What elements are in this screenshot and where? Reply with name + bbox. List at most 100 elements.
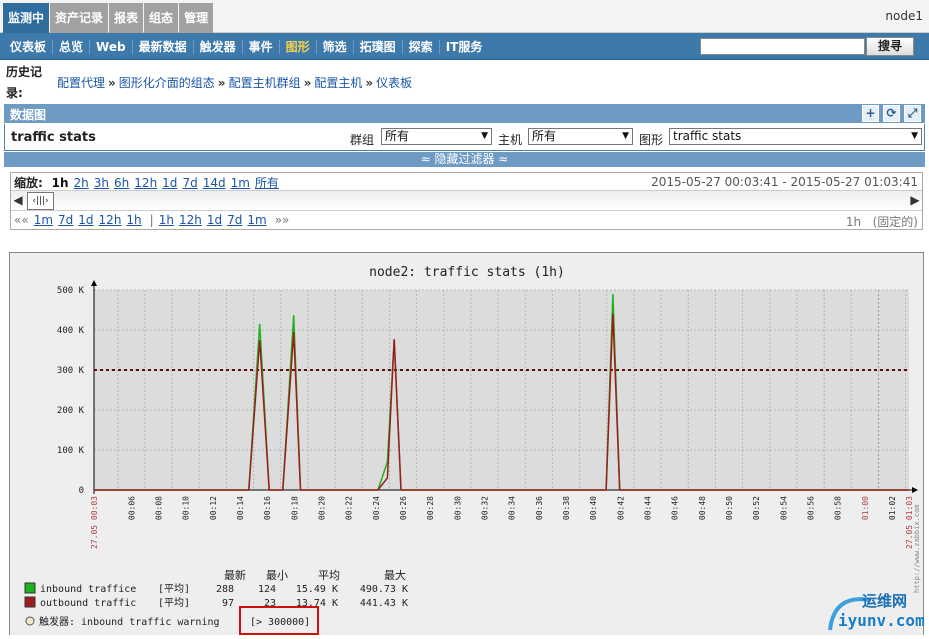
menu-item[interactable]: 触发器 <box>194 39 243 54</box>
logo-en-text: iyunv.com <box>838 611 925 630</box>
group-select[interactable]: 所有 ▼ <box>381 128 492 145</box>
history-label: 历史记录: <box>6 65 43 100</box>
breadcrumb-link[interactable]: 仪表板 <box>376 76 412 90</box>
scroll-left-icon[interactable]: ◀ <box>12 191 24 210</box>
menu-item[interactable]: 探索 <box>403 39 440 54</box>
navigation-row: «« 1m 7d 1d 12h 1h | 1h 12h 1d 7d 1m »» <box>14 213 289 227</box>
legend-swatch <box>24 582 36 594</box>
y-tick-label: 100 K <box>57 446 85 456</box>
menu-item[interactable]: 筛选 <box>317 39 354 54</box>
x-tick-label: 00:28 <box>426 496 435 520</box>
nav-back-link[interactable]: 1h <box>126 213 141 227</box>
graph-select-value: traffic stats <box>673 129 742 143</box>
zoom-level[interactable]: 6h <box>114 176 129 190</box>
x-tick-label: 00:34 <box>508 496 517 520</box>
host-select-value: 所有 <box>532 129 557 143</box>
x-tick-label: 00:30 <box>453 496 462 520</box>
scroll-thumb[interactable]: ‹|||› <box>27 192 54 210</box>
zoom-row: 缩放: 1h 2h 3h 6h 12h 1d 7d 14d 1m 所有 <box>14 174 279 191</box>
graph-select[interactable]: traffic stats ▼ <box>669 128 922 145</box>
filter-row: traffic stats 群组 所有 ▼ 主机 所有 ▼ 图形 traffic s… <box>4 124 925 151</box>
zoom-level[interactable]: 1h <box>52 176 69 190</box>
search-button[interactable]: 搜寻 <box>866 37 914 56</box>
x-tick-label: 00:38 <box>562 496 571 520</box>
top-tabs: 监测中 资产记录 报表 组态 管理 <box>3 3 214 33</box>
breadcrumb-link[interactable]: 配置主机群组 <box>229 76 301 90</box>
x-tick-label: 00:14 <box>236 496 245 520</box>
node-name: node1 <box>885 9 923 23</box>
x-tick-label: 01:00 <box>861 496 870 520</box>
x-tick-label: 00:32 <box>481 496 490 520</box>
zoom-level[interactable]: 所有 <box>255 176 279 190</box>
breadcrumb-separator: » <box>108 76 116 90</box>
nav-forward-link[interactable]: 1m <box>247 213 266 227</box>
menu-item[interactable]: 仪表板 <box>4 39 54 54</box>
top-tab[interactable]: 管理 <box>179 3 214 33</box>
menu-item[interactable]: IT服务 <box>440 40 489 54</box>
top-tab[interactable]: 组态 <box>144 3 179 33</box>
fullscreen-icon[interactable]: ⤢ <box>904 105 921 122</box>
x-tick-label: 01:02 <box>888 496 897 520</box>
x-tick-label: 00:16 <box>263 496 272 520</box>
x-tick-label: 00:26 <box>399 496 408 520</box>
menu-item[interactable]: 图形 <box>280 39 317 54</box>
add-favourite-icon[interactable]: + <box>862 105 879 122</box>
scroll-track[interactable]: ◀ ‹|||› ▶ <box>11 190 922 211</box>
section-title: 数据图 <box>10 108 47 122</box>
nav-back-link[interactable]: 1m <box>34 213 53 227</box>
time-scrollbar: 缩放: 1h 2h 3h 6h 12h 1d 7d 14d 1m 所有 2015-05-27 00… <box>10 172 923 230</box>
graph-name-title: traffic stats <box>11 130 96 145</box>
hide-filter-toggle[interactable]: ≈ 隐藏过滤器 ≈ <box>4 152 925 167</box>
chevron-down-icon: ▼ <box>481 131 488 141</box>
x-tick-label: 00:20 <box>318 496 327 520</box>
breadcrumb: 配置代理» 图形化介面的组态» 配置主机群组» 配置主机» 仪表板 <box>57 74 412 91</box>
breadcrumb-link[interactable]: 图形化介面的组态 <box>119 76 215 90</box>
breadcrumb-link[interactable]: 配置代理 <box>57 76 105 90</box>
x-tick-label: 00:42 <box>616 496 625 520</box>
zoom-label: 缩放: <box>14 176 43 190</box>
nav-back-link[interactable]: 12h <box>99 213 122 227</box>
nav-forward-link[interactable]: 1h <box>159 213 174 227</box>
top-tab[interactable]: 资产记录 <box>50 3 109 33</box>
menu-item[interactable]: 最新数据 <box>133 39 194 54</box>
logo-cn-text: 运维网 <box>862 592 907 610</box>
menu-item[interactable]: Web <box>90 39 133 54</box>
nav-forward-link[interactable]: 1d <box>207 213 222 227</box>
x-tick-label: 00:52 <box>752 496 761 520</box>
nav-forward-link[interactable]: 12h <box>179 213 202 227</box>
legend-value-min: 124 <box>258 584 276 595</box>
legend-function: [平均] <box>158 597 190 609</box>
legend-value-last: 97 <box>222 598 234 609</box>
host-select[interactable]: 所有 ▼ <box>528 128 633 145</box>
menu-item[interactable]: 总览 <box>53 39 91 54</box>
group-label: 群组 <box>350 133 375 147</box>
zoom-level[interactable]: 12h <box>134 176 157 190</box>
legend-header-max: 最大 <box>384 568 406 582</box>
top-tab[interactable]: 监测中 <box>3 3 50 33</box>
host-label: 主机 <box>498 133 523 147</box>
breadcrumb-separator: » <box>217 76 226 90</box>
zoom-level[interactable]: 7d <box>182 176 197 190</box>
menu-item[interactable]: 事件 <box>243 39 280 54</box>
zoom-level[interactable]: 14d <box>203 176 226 190</box>
zoom-level[interactable]: 1m <box>231 176 250 190</box>
nav-back-link[interactable]: 1d <box>78 213 93 227</box>
top-tab[interactable]: 报表 <box>109 3 144 33</box>
trigger-label: 触发器: inbound traffic warning <box>39 615 220 628</box>
fixed-toggle[interactable]: (固定的) <box>873 215 918 229</box>
breadcrumb-link[interactable]: 配置主机 <box>314 76 362 90</box>
x-tick-label: 00:48 <box>698 496 707 520</box>
x-tick-label: 00:06 <box>127 496 136 520</box>
scroll-right-icon[interactable]: ▶ <box>909 191 921 210</box>
menu-item[interactable]: 拓璞图 <box>354 39 403 54</box>
x-tick-label: 00:58 <box>834 496 843 520</box>
nav-back-link[interactable]: 7d <box>58 213 73 227</box>
x-tick-label: 00:44 <box>644 496 653 520</box>
zoom-level[interactable]: 1d <box>162 176 177 190</box>
zoom-level[interactable]: 2h <box>74 176 89 190</box>
nav-forward-link[interactable]: 7d <box>227 213 242 227</box>
zoom-level[interactable]: 3h <box>94 176 109 190</box>
refresh-icon[interactable]: ⟳ <box>883 105 900 122</box>
period-start: 2015-05-27 00:03:41 <box>651 175 779 189</box>
search-input[interactable] <box>700 38 865 55</box>
